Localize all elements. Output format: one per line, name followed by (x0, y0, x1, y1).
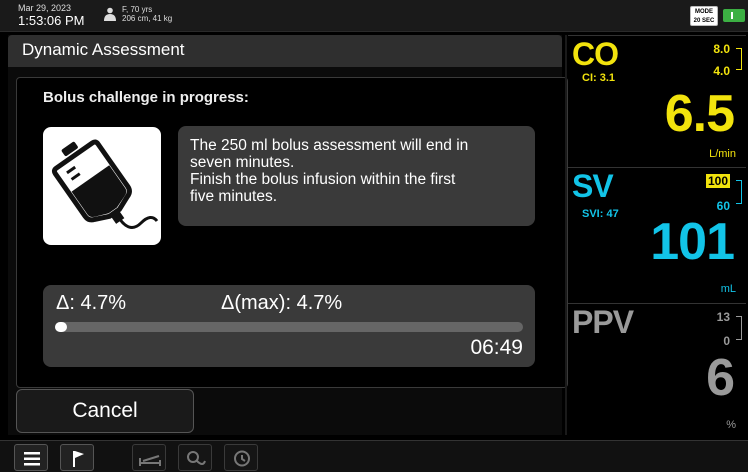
date-text: Mar 29, 2023 (18, 3, 72, 13)
message-line: seven minutes. (190, 154, 295, 171)
sv-value: 101 (650, 213, 735, 271)
assessment-status: Bolus challenge in progress: (43, 89, 249, 106)
time-text: 1:53:06 PM (18, 13, 85, 28)
ppv-target-low: 0 (723, 334, 730, 348)
ppv-unit: % (726, 419, 736, 431)
ppv-value: 6 (706, 349, 735, 407)
co-target-low: 4.0 (713, 64, 730, 78)
history-icon[interactable] (224, 444, 258, 471)
cancel-button[interactable]: Cancel (16, 389, 194, 433)
mode-label: MODE (695, 9, 713, 15)
ppv-target-high: 13 (716, 310, 730, 324)
mode-badge[interactable]: MODE 20 SEC (690, 6, 718, 26)
ppv-label: PPV (572, 304, 634, 340)
sv-target-low: 60 (716, 199, 730, 213)
sv-tile[interactable]: SV SVI: 47 100 60 101 mL (568, 167, 746, 299)
progress-track (55, 322, 523, 332)
delta-max-value: Δ(max): 4.7% (221, 292, 343, 314)
co-value: 6.5 (664, 85, 735, 143)
probe-icon[interactable] (178, 444, 212, 471)
assessment-content: Bolus challenge in progress: The 250 ml … (16, 77, 568, 388)
flag-icon[interactable] (60, 444, 94, 471)
patient-summary: F, 70 yrs (122, 5, 153, 14)
sv-label: SV (572, 168, 614, 204)
mode-interval: 20 SEC (693, 18, 715, 24)
co-label: CO (572, 36, 619, 72)
panel-title: Dynamic Assessment (22, 40, 185, 59)
bottom-toolbar (0, 440, 748, 472)
divider (565, 35, 567, 435)
progress-fill (55, 322, 67, 332)
ci-value: CI: 3.1 (582, 72, 616, 84)
message-line: Finish the bolus infusion within the fir… (190, 171, 456, 188)
assessment-message: The 250 ml bolus assessment will end in … (178, 126, 535, 226)
co-target-bracket (736, 48, 742, 70)
ppv-target-bracket (736, 316, 742, 340)
remaining-timer: 06:49 (470, 336, 523, 359)
menu-icon[interactable] (14, 444, 48, 471)
ppv-tile[interactable]: PPV 13 0 6 % (568, 303, 746, 435)
co-target-high: 8.0 (713, 42, 730, 56)
svi-value: SVI: 47 (582, 208, 619, 220)
co-unit: L/min (709, 148, 736, 160)
status-bar: Mar 29, 2023 1:53:06 PM F, 70 yrs 206 cm… (0, 0, 748, 32)
sv-target-high: 100 (705, 174, 730, 188)
battery-icon (723, 9, 745, 22)
panel-header: Dynamic Assessment (8, 35, 562, 67)
dynamic-assessment-panel: Dynamic Assessment Bolus challenge in pr… (8, 35, 568, 435)
message-line: The 250 ml bolus assessment will end in (190, 137, 469, 154)
sv-unit: mL (720, 283, 736, 295)
bed-icon[interactable] (132, 444, 166, 471)
patient-icon[interactable] (103, 7, 117, 26)
delta-value: Δ: 4.7% (56, 292, 127, 314)
sv-target-bracket (736, 180, 742, 204)
patient-dimensions: 206 cm, 41 kg (122, 14, 173, 23)
co-tile[interactable]: CO CI: 3.1 8.0 4.0 6.5 L/min (568, 35, 746, 163)
progress-card: Δ: 4.7% Δ(max): 4.7% 06:49 (43, 285, 535, 367)
message-line: five minutes. (190, 188, 278, 205)
iv-bag-icon (43, 127, 161, 245)
